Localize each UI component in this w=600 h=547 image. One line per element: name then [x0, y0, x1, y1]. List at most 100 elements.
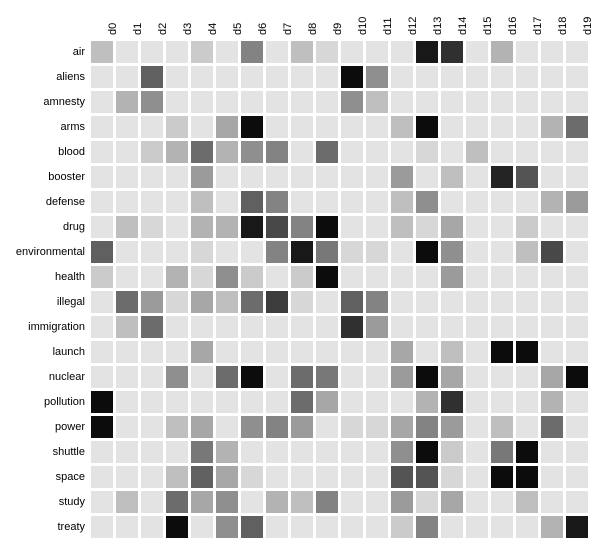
heatmap-cell	[190, 515, 214, 539]
heatmap-cell	[515, 40, 539, 64]
heatmap-cell	[190, 390, 214, 414]
heatmap-cell	[415, 115, 439, 139]
heatmap-cell	[365, 315, 389, 339]
heatmap-cell	[390, 115, 414, 139]
heatmap-cell	[465, 65, 489, 89]
heatmap-cell	[465, 515, 489, 539]
heatmap-cell	[440, 390, 464, 414]
heatmap-cell	[390, 490, 414, 514]
heatmap-cell	[215, 415, 239, 439]
heatmap-cell	[265, 165, 289, 189]
heatmap-cell	[440, 190, 464, 214]
heatmap-cell	[515, 315, 539, 339]
heatmap-cell	[215, 190, 239, 214]
heatmap-cell	[115, 40, 139, 64]
heatmap-cell	[440, 165, 464, 189]
heatmap-cell	[290, 440, 314, 464]
heatmap-cell	[365, 40, 389, 64]
heatmap-cell	[440, 140, 464, 164]
heatmap-cell	[465, 290, 489, 314]
heatmap-cell	[415, 340, 439, 364]
heatmap-cell	[290, 340, 314, 364]
heatmap-cell	[340, 340, 364, 364]
heatmap-cell	[440, 440, 464, 464]
heatmap-cell	[540, 415, 564, 439]
heatmap-cell	[140, 365, 164, 389]
heatmap-cell	[390, 440, 414, 464]
heatmap-cell	[515, 140, 539, 164]
heatmap-cell	[140, 90, 164, 114]
heatmap-cell	[90, 165, 114, 189]
heatmap-cell	[90, 240, 114, 264]
heatmap-cell	[440, 515, 464, 539]
heatmap-cell	[315, 190, 339, 214]
heatmap-cell	[115, 165, 139, 189]
heatmap-cell	[90, 90, 114, 114]
heatmap-cell	[90, 40, 114, 64]
heatmap-cell	[290, 165, 314, 189]
heatmap-cell	[490, 215, 514, 239]
heatmap-cell	[90, 265, 114, 289]
heatmap-cell	[565, 440, 589, 464]
heatmap-cell	[265, 490, 289, 514]
heatmap-cell	[515, 165, 539, 189]
heatmap-cell	[240, 140, 264, 164]
heatmap-cell	[540, 65, 564, 89]
heatmap-cell	[290, 90, 314, 114]
heatmap-cell	[515, 215, 539, 239]
heatmap-cell	[265, 190, 289, 214]
heatmap-cell	[465, 140, 489, 164]
heatmap-cell	[140, 40, 164, 64]
heatmap-cell	[440, 315, 464, 339]
heatmap-cell	[115, 440, 139, 464]
heatmap-cell	[415, 290, 439, 314]
heatmap-cell	[315, 290, 339, 314]
heatmap-cell	[115, 340, 139, 364]
heatmap-cell	[515, 240, 539, 264]
heatmap-cell	[465, 265, 489, 289]
heatmap-cell	[490, 265, 514, 289]
heatmap-cell	[115, 240, 139, 264]
heatmap-chart: d0d1d2d3d4d5d6d7d8d9d10d11d12d13d14d15d1…	[0, 0, 600, 547]
heatmap-cell	[515, 115, 539, 139]
heatmap-cell	[565, 265, 589, 289]
heatmap-cell	[140, 415, 164, 439]
heatmap-cell	[215, 40, 239, 64]
heatmap-cell	[540, 465, 564, 489]
column-label: d15	[482, 17, 494, 35]
column-label: d7	[282, 23, 294, 35]
heatmap-cell	[415, 315, 439, 339]
heatmap-cell	[540, 390, 564, 414]
heatmap-cell	[140, 315, 164, 339]
heatmap-cell	[315, 440, 339, 464]
heatmap-cell	[290, 390, 314, 414]
heatmap-cell	[415, 90, 439, 114]
heatmap-cell	[115, 490, 139, 514]
heatmap-cell	[365, 190, 389, 214]
heatmap-cell	[340, 90, 364, 114]
heatmap-cell	[165, 240, 189, 264]
heatmap-cell	[140, 290, 164, 314]
heatmap-cell	[140, 165, 164, 189]
heatmap-cell	[390, 290, 414, 314]
heatmap-cell	[365, 415, 389, 439]
heatmap-cell	[265, 65, 289, 89]
heatmap-cell	[290, 190, 314, 214]
heatmap-cell	[365, 140, 389, 164]
column-label: d0	[107, 23, 119, 35]
heatmap-cell	[415, 65, 439, 89]
heatmap-cell	[415, 140, 439, 164]
heatmap-cell	[490, 365, 514, 389]
heatmap-cell	[490, 65, 514, 89]
row-label: nuclear	[49, 365, 85, 390]
heatmap-cell	[540, 365, 564, 389]
heatmap-cell	[90, 290, 114, 314]
heatmap-cell	[415, 515, 439, 539]
heatmap-cell	[215, 65, 239, 89]
heatmap-cell	[490, 465, 514, 489]
row-label: environmental	[16, 240, 85, 265]
heatmap-cell	[340, 415, 364, 439]
row-label: amnesty	[43, 90, 85, 115]
heatmap-cell	[90, 415, 114, 439]
heatmap-cell	[165, 215, 189, 239]
